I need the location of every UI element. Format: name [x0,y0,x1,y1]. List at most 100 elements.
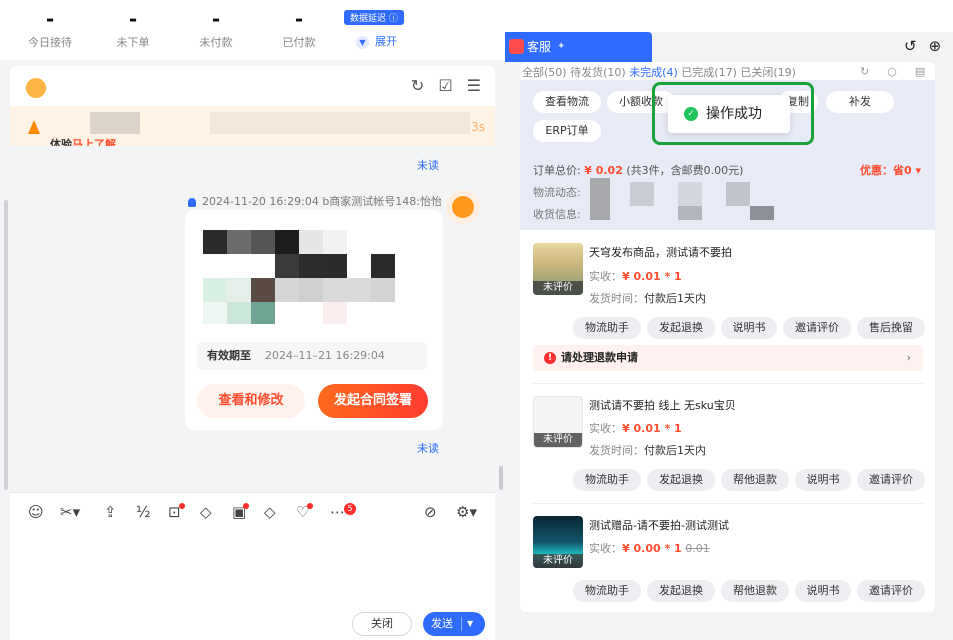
logistics-helper-button[interactable]: 物流助手 [573,317,641,339]
redacted-pixel [251,230,275,254]
tab-customer-service[interactable]: 客服 ✦ [505,32,652,62]
stat-label: 未付款 [199,36,233,49]
manual-button[interactable]: 说明书 [795,469,851,491]
expand-button[interactable]: ▼ 展开 [356,33,397,49]
tag-icon[interactable]: ◇ [264,503,276,521]
filter-to-ship[interactable]: 待发货(10) [570,66,626,79]
chevron-down-icon[interactable]: ▼ [467,612,473,636]
product-title[interactable]: 测试赠品-请不要拍-测试测试 [589,517,729,533]
redacted-pixel [323,278,371,302]
send-label: 发送 [431,617,453,630]
help-refund-button[interactable]: 帮他退款 [721,469,789,491]
more-icon[interactable]: ⋯ [330,503,345,521]
refresh-icon[interactable]: ↻ [860,65,869,78]
review-status-tag: 未评价 [533,281,583,295]
close-button[interactable]: 关闭 [352,612,412,636]
logistics-helper-button[interactable]: 物流助手 [573,580,641,602]
manual-button[interactable]: 说明书 [795,580,851,602]
redacted-pixel [227,278,251,302]
menu-icon[interactable]: ☰ [467,76,481,95]
scissors-icon[interactable]: ✂▾ [60,503,80,521]
invite-review-button[interactable]: 邀请评价 [857,580,925,602]
start-return-button[interactable]: 发起退换 [647,317,715,339]
expand-label: 展开 [375,35,397,48]
ship-label: 发货时间： [589,292,644,305]
paid-label: 实收： [589,542,622,555]
help-refund-button[interactable]: 帮他退款 [721,580,789,602]
paid-value: ¥ 0.01 * 1 [622,270,682,283]
filter-closed[interactable]: 已关闭(19) [740,66,796,79]
invite-review-button[interactable]: 邀请评价 [857,469,925,491]
paid-value: ¥ 0.00 * 1 [622,542,682,555]
product-image[interactable]: 未评价 [533,243,583,295]
start-return-button[interactable]: 发起退换 [647,580,715,602]
reissue-button[interactable]: 补发 [826,91,894,113]
validity-label: 有效期至 [207,349,251,362]
review-status-tag: 未评价 [533,554,583,568]
redacted-pixel [323,302,347,324]
product-image[interactable]: 未评价 [533,396,583,448]
view-logistics-button[interactable]: 查看物流 [533,91,601,113]
chat-scrollbar[interactable] [499,466,503,490]
quick-reply-icon[interactable]: ⊘ [424,503,437,521]
view-and-edit-button[interactable]: 查看和修改 [197,384,305,418]
pin-icon[interactable]: ✦ [557,32,565,62]
upload-icon[interactable]: ⇪ [104,503,117,521]
product-ship-time: 发货时间：付款后1天内 [589,290,706,306]
chat-header: ↻ ☑ ☰ [10,66,495,106]
settings-icon[interactable]: ⚙▾ [456,503,477,521]
redacted-block [210,112,470,134]
redacted-pixel [251,302,275,324]
stat-unpaid: - 未付款 [181,8,251,50]
task-check-icon[interactable]: ☑ [438,76,452,95]
left-scrollbar[interactable] [4,200,8,490]
ship-value: 付款后1天内 [644,444,706,457]
data-delay-badge[interactable]: 数据延迟 ⓘ [344,10,404,25]
redacted-block [678,206,702,220]
refund-notice[interactable]: ! 请处理退款申请 › [533,345,923,371]
redacted-pixel [275,230,299,254]
paid-value: ¥ 0.01 * 1 [622,422,682,435]
erp-order-button[interactable]: ERP订单 [533,120,601,142]
add-icon[interactable]: ⊕ [929,37,942,55]
filter-incomplete[interactable]: 未完成(4) [629,66,678,79]
filter-all[interactable]: 全部(50) [522,66,567,79]
after-sales-retain-button[interactable]: 售后挽留 [857,317,925,339]
alert-icon: ! [544,352,556,364]
refund-notice-text: 请处理退款申请 [561,351,638,364]
avatar[interactable] [26,78,46,98]
product-title[interactable]: 测试请不要拍 线上 无sku宝贝 [589,397,736,413]
formula-icon[interactable]: ½ [136,503,151,521]
product-title[interactable]: 天穹发布商品，测试请不要拍 [589,244,732,260]
original-price: 0.01 [685,542,710,555]
emoji-icon[interactable]: ☺ [28,503,44,521]
start-return-button[interactable]: 发起退换 [647,469,715,491]
redacted-block [90,112,140,134]
tag-icon[interactable]: ◇ [200,503,212,521]
invite-review-button[interactable]: 邀请评价 [783,317,851,339]
filter-done[interactable]: 已完成(17) [681,66,737,79]
redacted-pixel [203,302,227,324]
manual-button[interactable]: 说明书 [721,317,777,339]
discount-dropdown[interactable]: 优惠：省0 ▾ [860,162,921,178]
stat-value: - [294,7,304,31]
avatar[interactable] [446,190,480,224]
document-icon[interactable]: ▤ [915,65,925,78]
redacted-pixel [275,254,299,278]
history-icon[interactable]: ↻ [411,76,424,95]
product-ship-time: 发货时间：付款后1天内 [589,442,706,458]
input-toolbar: ☺ ✂▾ ⇪ ½ ⊡ ◇ ▣ ◇ ♡ ⋯ ⊘ ⚙▾ [10,492,495,532]
search-icon[interactable]: ○ [887,65,897,78]
divider [461,617,462,631]
redacted-pixel [227,302,251,324]
unread-status: 未读 [417,442,439,455]
app-logo-icon [509,39,524,54]
order-total-label: 订单总价: [533,164,581,177]
product-image[interactable]: 未评价 [533,516,583,568]
refresh-icon[interactable]: ↺ [904,37,917,55]
message-meta: 2024-11-20 16:29:04 b商家测试帐号148:怡怡 [188,193,442,209]
send-button[interactable]: 发送 ▼ [423,612,485,636]
learn-more-link[interactable]: 马上了解 [72,138,116,146]
logistics-helper-button[interactable]: 物流助手 [573,469,641,491]
start-contract-signing-button[interactable]: 发起合同签署 [318,384,428,418]
